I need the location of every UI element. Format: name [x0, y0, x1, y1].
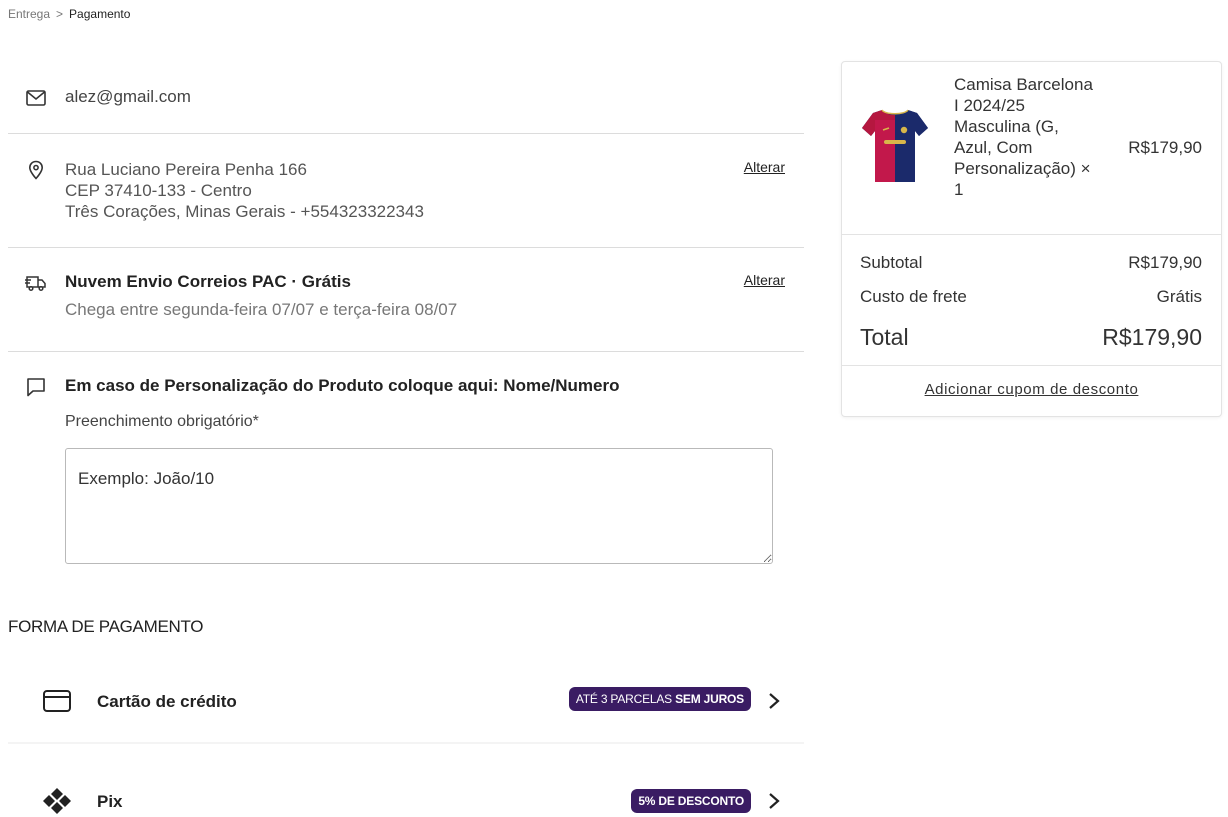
shipping-method: Nuvem Envio Correios PAC · Grátis — [65, 272, 351, 291]
customization-input[interactable] — [65, 448, 773, 564]
cart-item: Camisa Barcelona I 2024/25 Masculina (G,… — [842, 62, 1221, 235]
contact-row: alez@gmail.com — [8, 62, 804, 134]
shipping-cost-value: Grátis — [1156, 287, 1202, 306]
order-summary: Camisa Barcelona I 2024/25 Masculina (G,… — [841, 61, 1222, 417]
customization-title: Em caso de Personalização do Produto col… — [65, 376, 620, 395]
discount-badge: 5% DE DESCONTO — [631, 789, 751, 813]
address-line1: Rua Luciano Pereira Penha 166 — [65, 160, 307, 179]
payment-section-title: FORMA DE PAGAMENTO — [8, 617, 204, 636]
shipping-eta: Chega entre segunda-feira 07/07 e terça-… — [65, 300, 458, 319]
shipping-cost-row: Custo de frete Grátis — [860, 287, 1202, 321]
shipping-text: Nuvem Envio Correios PAC · Grátis Chega … — [65, 248, 804, 320]
pix-icon — [43, 788, 71, 814]
shipping-cost-label: Custo de frete — [860, 287, 967, 306]
installments-badge-emphasis: SEM JUROS — [675, 692, 744, 706]
barcelona-jersey-image — [862, 109, 928, 182]
totals-block: Subtotal R$179,90 Custo de frete Grátis … — [842, 235, 1221, 366]
breadcrumb-pagamento: Pagamento — [69, 7, 131, 21]
address-row: Rua Luciano Pereira Penha 166 CEP 37410-… — [8, 134, 804, 248]
credit-card-label: Cartão de crédito — [97, 692, 237, 711]
change-address-link[interactable]: Alterar — [744, 159, 785, 175]
subtotal-label: Subtotal — [860, 253, 923, 272]
mail-icon — [26, 90, 46, 106]
product-name: Camisa Barcelona I 2024/25 Masculina (G,… — [954, 75, 1093, 199]
total-row: Total R$179,90 — [860, 321, 1202, 357]
pix-label: Pix — [97, 792, 123, 811]
installments-badge: ATÉ 3 PARCELAS SEM JUROS — [568, 687, 751, 711]
customization-body: Em caso de Personalização do Produto col… — [65, 352, 804, 564]
breadcrumb-separator: > — [56, 7, 64, 21]
total-value: R$179,90 — [1102, 324, 1202, 350]
product-price: R$179,90 — [1128, 138, 1202, 157]
address-line2: CEP 37410-133 - Centro — [65, 181, 252, 200]
credit-card-icon — [43, 690, 71, 712]
chevron-right-icon — [769, 693, 780, 709]
customization-row: Em caso de Personalização do Produto col… — [8, 352, 804, 592]
installments-badge-prefix: ATÉ 3 PARCELAS — [575, 692, 676, 706]
chevron-right-icon — [769, 793, 780, 809]
subtotal-row: Subtotal R$179,90 — [860, 253, 1202, 287]
add-coupon-link[interactable]: Adicionar cupom de desconto — [842, 366, 1221, 398]
breadcrumb: Entrega > Pagamento — [8, 7, 130, 21]
contact-email: alez@gmail.com — [65, 87, 191, 106]
checkout-details: alez@gmail.com Rua Luciano Pereira Penha… — [8, 62, 804, 592]
change-shipping-link[interactable]: Alterar — [744, 272, 785, 288]
truck-icon — [25, 276, 46, 292]
customization-hint: Preenchimento obrigatório* — [65, 413, 259, 430]
total-label: Total — [860, 324, 909, 350]
payment-option-pix[interactable]: Pix 5% DE DESCONTO — [8, 760, 804, 817]
payment-option-credit-card[interactable]: Cartão de crédito ATÉ 3 PARCELAS SEM JUR… — [8, 658, 804, 744]
subtotal-value: R$179,90 — [1128, 253, 1202, 272]
shipping-row: Nuvem Envio Correios PAC · Grátis Chega … — [8, 248, 804, 352]
address-line3: Três Corações, Minas Gerais - +554323322… — [65, 202, 424, 221]
breadcrumb-entrega[interactable]: Entrega — [8, 7, 50, 21]
location-pin-icon — [28, 160, 44, 180]
address-text: Rua Luciano Pereira Penha 166 CEP 37410-… — [65, 134, 804, 222]
chat-bubble-icon — [27, 378, 45, 397]
